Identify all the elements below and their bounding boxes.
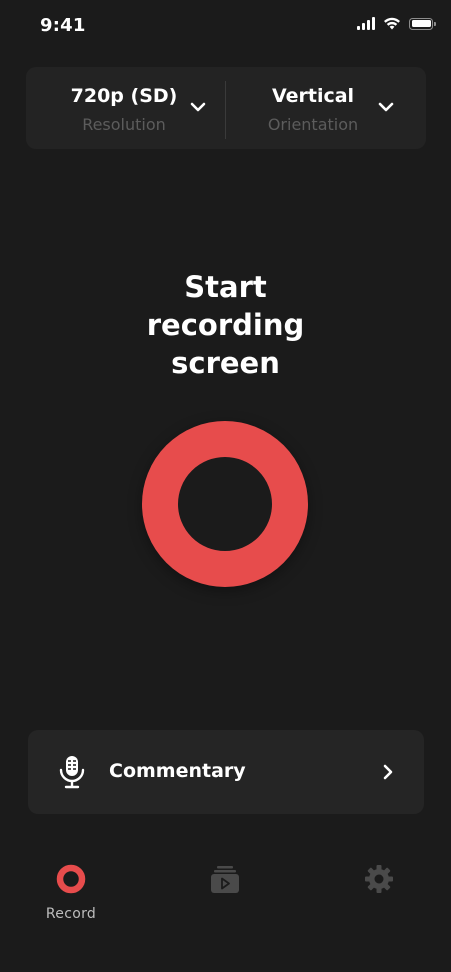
commentary-label: Commentary <box>109 760 246 782</box>
chevron-down-icon <box>378 102 394 112</box>
page-title: Start recording screen <box>0 268 451 382</box>
record-button[interactable] <box>142 421 308 587</box>
chevron-right-icon <box>383 764 393 780</box>
tab-record-label: Record <box>45 906 97 922</box>
status-icons <box>357 17 436 30</box>
chevron-down-icon <box>190 102 206 112</box>
page-title-text: Start recording screen <box>146 270 305 380</box>
gear-icon <box>365 865 393 893</box>
orientation-label: Orientation <box>267 115 359 134</box>
battery-icon <box>409 17 436 30</box>
microphone-icon <box>59 756 85 789</box>
gallery-icon <box>211 866 239 893</box>
recording-settings-card: 720p (SD) Resolution Vertical Orientatio… <box>26 67 426 149</box>
orientation-selector[interactable]: Vertical Orientation <box>226 67 426 149</box>
wifi-icon <box>384 17 400 30</box>
tab-record[interactable]: Record <box>16 850 126 940</box>
tab-gallery[interactable] <box>170 850 280 940</box>
record-icon <box>56 864 86 894</box>
tab-settings[interactable] <box>324 850 434 940</box>
commentary-row[interactable]: Commentary <box>28 730 424 814</box>
resolution-label: Resolution <box>82 115 166 134</box>
signal-icon <box>357 17 375 30</box>
status-time: 9:41 <box>40 15 86 36</box>
resolution-selector[interactable]: 720p (SD) Resolution <box>26 67 226 149</box>
status-bar: 9:41 <box>0 0 451 52</box>
tab-bar: Record <box>0 850 451 940</box>
